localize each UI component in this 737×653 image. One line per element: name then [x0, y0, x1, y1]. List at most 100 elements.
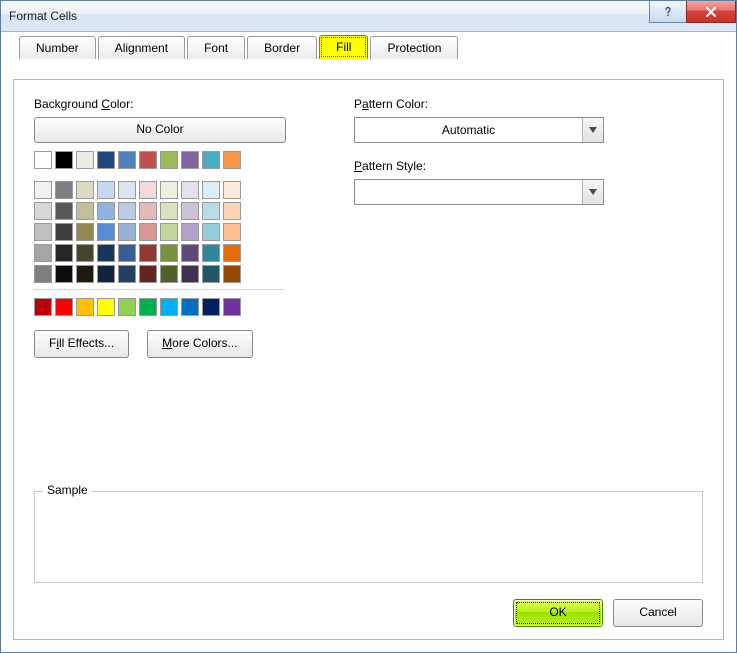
color-swatch[interactable]	[34, 298, 52, 316]
color-swatch[interactable]	[34, 244, 52, 262]
color-swatch[interactable]	[97, 202, 115, 220]
color-swatch[interactable]	[202, 151, 220, 169]
color-swatch[interactable]	[97, 223, 115, 241]
color-swatch[interactable]	[202, 202, 220, 220]
color-swatch[interactable]	[55, 151, 73, 169]
color-swatch[interactable]	[118, 202, 136, 220]
color-swatch[interactable]	[202, 298, 220, 316]
ok-button[interactable]: OK	[513, 599, 603, 627]
tab-protection[interactable]: Protection	[370, 36, 458, 59]
color-swatch[interactable]	[34, 265, 52, 283]
color-swatch[interactable]	[55, 181, 73, 199]
color-swatch[interactable]	[76, 151, 94, 169]
tab-panel: Background Color: No Color Fill Effects.…	[13, 79, 724, 640]
color-swatch[interactable]	[97, 298, 115, 316]
tab-fill[interactable]: Fill	[319, 35, 368, 59]
color-swatch[interactable]	[34, 151, 52, 169]
color-swatch[interactable]	[181, 151, 199, 169]
theme-color-swatches	[34, 151, 294, 283]
color-swatch[interactable]	[223, 151, 241, 169]
pattern-color-combo[interactable]: Automatic	[354, 117, 604, 143]
color-swatch[interactable]	[181, 223, 199, 241]
color-swatch[interactable]	[118, 223, 136, 241]
sample-box: Sample	[34, 491, 703, 583]
tab-font[interactable]: Font	[187, 36, 245, 59]
color-swatch[interactable]	[160, 223, 178, 241]
color-swatch[interactable]	[139, 151, 157, 169]
color-swatch[interactable]	[118, 265, 136, 283]
color-swatch[interactable]	[76, 223, 94, 241]
pattern-style-combo[interactable]	[354, 179, 604, 205]
more-colors-button[interactable]: More Colors...	[147, 330, 252, 358]
color-swatch[interactable]	[160, 181, 178, 199]
tab-border[interactable]: Border	[247, 36, 317, 59]
help-button[interactable]	[649, 1, 686, 23]
color-swatch[interactable]	[118, 244, 136, 262]
color-swatch[interactable]	[55, 223, 73, 241]
color-swatch[interactable]	[34, 181, 52, 199]
color-swatch[interactable]	[223, 223, 241, 241]
color-swatch[interactable]	[97, 151, 115, 169]
color-swatch[interactable]	[223, 265, 241, 283]
color-swatch[interactable]	[139, 223, 157, 241]
color-swatch[interactable]	[118, 181, 136, 199]
color-swatch[interactable]	[55, 202, 73, 220]
tabs: NumberAlignmentFontBorderFillProtection	[19, 35, 460, 59]
color-swatch[interactable]	[181, 202, 199, 220]
color-swatch[interactable]	[76, 265, 94, 283]
color-swatch[interactable]	[55, 265, 73, 283]
color-swatch[interactable]	[160, 244, 178, 262]
chevron-down-icon	[582, 180, 603, 204]
color-swatch[interactable]	[55, 244, 73, 262]
cancel-button[interactable]: Cancel	[613, 599, 703, 627]
sample-label: Sample	[43, 483, 92, 497]
color-swatch[interactable]	[160, 298, 178, 316]
color-swatch[interactable]	[34, 223, 52, 241]
color-swatch[interactable]	[181, 244, 199, 262]
window-title: Format Cells	[9, 9, 77, 23]
color-swatch[interactable]	[139, 265, 157, 283]
color-swatch[interactable]	[139, 202, 157, 220]
color-swatch[interactable]	[181, 298, 199, 316]
close-button[interactable]	[686, 1, 736, 23]
color-swatch[interactable]	[118, 151, 136, 169]
color-swatch[interactable]	[202, 265, 220, 283]
titlebar[interactable]: Format Cells	[1, 1, 736, 32]
color-swatch[interactable]	[97, 265, 115, 283]
no-color-button[interactable]: No Color	[34, 117, 286, 143]
color-swatch[interactable]	[139, 244, 157, 262]
color-swatch[interactable]	[34, 202, 52, 220]
pattern-color-label: Pattern Color:	[354, 97, 614, 111]
color-swatch[interactable]	[160, 265, 178, 283]
color-swatch[interactable]	[202, 244, 220, 262]
fill-effects-button[interactable]: Fill Effects...	[34, 330, 129, 358]
color-swatch[interactable]	[160, 151, 178, 169]
color-swatch[interactable]	[139, 298, 157, 316]
format-cells-dialog: Format Cells NumberAlignmentFontBorderFi…	[0, 0, 737, 653]
color-swatch[interactable]	[160, 202, 178, 220]
color-swatch[interactable]	[223, 181, 241, 199]
chevron-down-icon	[582, 118, 603, 142]
color-swatch[interactable]	[202, 181, 220, 199]
pattern-color-value: Automatic	[355, 123, 582, 137]
tab-number[interactable]: Number	[19, 36, 96, 59]
color-swatch[interactable]	[223, 202, 241, 220]
standard-color-swatches	[34, 298, 294, 316]
pattern-style-label: Pattern Style:	[354, 159, 614, 173]
color-swatch[interactable]	[181, 265, 199, 283]
separator	[34, 289, 284, 290]
color-swatch[interactable]	[202, 223, 220, 241]
color-swatch[interactable]	[139, 181, 157, 199]
color-swatch[interactable]	[223, 244, 241, 262]
color-swatch[interactable]	[97, 181, 115, 199]
color-swatch[interactable]	[55, 298, 73, 316]
color-swatch[interactable]	[76, 298, 94, 316]
color-swatch[interactable]	[76, 202, 94, 220]
color-swatch[interactable]	[97, 244, 115, 262]
tab-alignment[interactable]: Alignment	[98, 36, 185, 59]
color-swatch[interactable]	[76, 244, 94, 262]
color-swatch[interactable]	[118, 298, 136, 316]
color-swatch[interactable]	[76, 181, 94, 199]
color-swatch[interactable]	[223, 298, 241, 316]
color-swatch[interactable]	[181, 181, 199, 199]
